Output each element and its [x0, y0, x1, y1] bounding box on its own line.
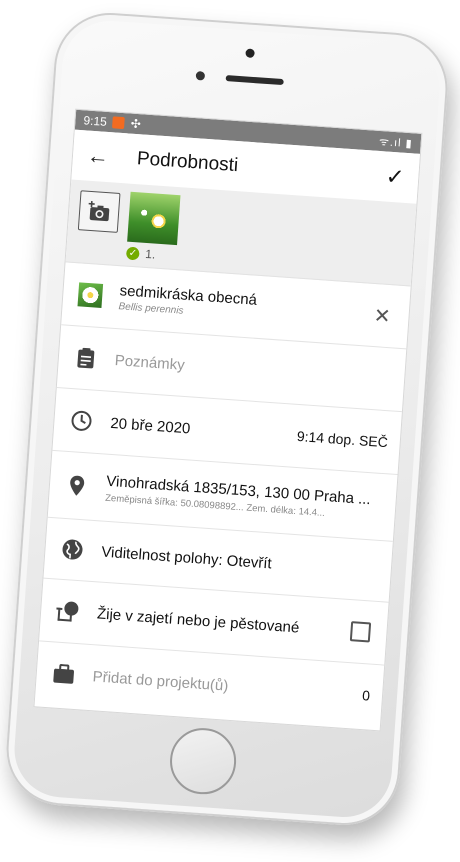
earpiece-speaker	[225, 75, 284, 86]
photo-index: 1.	[144, 246, 156, 262]
captive-checkbox[interactable]	[349, 621, 372, 643]
save-check-icon[interactable]: ✓	[385, 164, 405, 191]
home-button[interactable]	[167, 725, 239, 797]
notification-icon	[112, 116, 126, 130]
clock-icon	[68, 409, 95, 433]
add-photo-button[interactable]	[77, 190, 121, 233]
notes-input[interactable]: Poznámky	[114, 352, 185, 374]
location-visibility: Viditelnost polohy: Otevřít	[100, 543, 273, 572]
captive-plant-icon	[54, 600, 81, 624]
species-thumbnail	[77, 282, 104, 308]
location-pin-icon	[63, 474, 90, 498]
captive-label: Žije v zajetí nebo je pěstované	[96, 604, 300, 637]
status-time: 9:15	[83, 113, 108, 129]
photo-status: ✓ 1.	[125, 246, 156, 262]
observation-photo-thumbnail[interactable]	[127, 191, 181, 246]
globe-icon	[59, 538, 86, 562]
check-circle-icon: ✓	[125, 246, 140, 260]
bug-icon: ✣	[130, 116, 142, 132]
briefcase-icon	[50, 663, 77, 685]
app-screen: 9:15 ✣ ᯤ.ıl ▮ ← Podrobnosti ✓ ✓ 1. sedmi…	[33, 108, 423, 732]
add-to-project-label: Přidat do projektu(ů)	[92, 667, 229, 695]
observation-time: 9:14 dop. SEČ	[296, 427, 389, 451]
species-icon-container	[77, 282, 105, 308]
front-camera	[245, 48, 255, 59]
proximity-sensor	[195, 71, 206, 81]
back-arrow-icon[interactable]: ←	[86, 143, 122, 171]
clipboard-icon	[72, 346, 99, 370]
observation-date: 20 bře 2020	[109, 414, 191, 437]
project-count: 0	[361, 687, 371, 704]
add-camera-icon	[88, 200, 110, 222]
clear-species-icon[interactable]: ✕	[373, 303, 391, 329]
signal-battery-icons: ᯤ.ıl ▮	[378, 135, 414, 150]
phone-frame: 9:15 ✣ ᯤ.ıl ▮ ← Podrobnosti ✓ ✓ 1. sedmi…	[2, 9, 452, 829]
page-title: Podrobnosti	[136, 148, 239, 177]
